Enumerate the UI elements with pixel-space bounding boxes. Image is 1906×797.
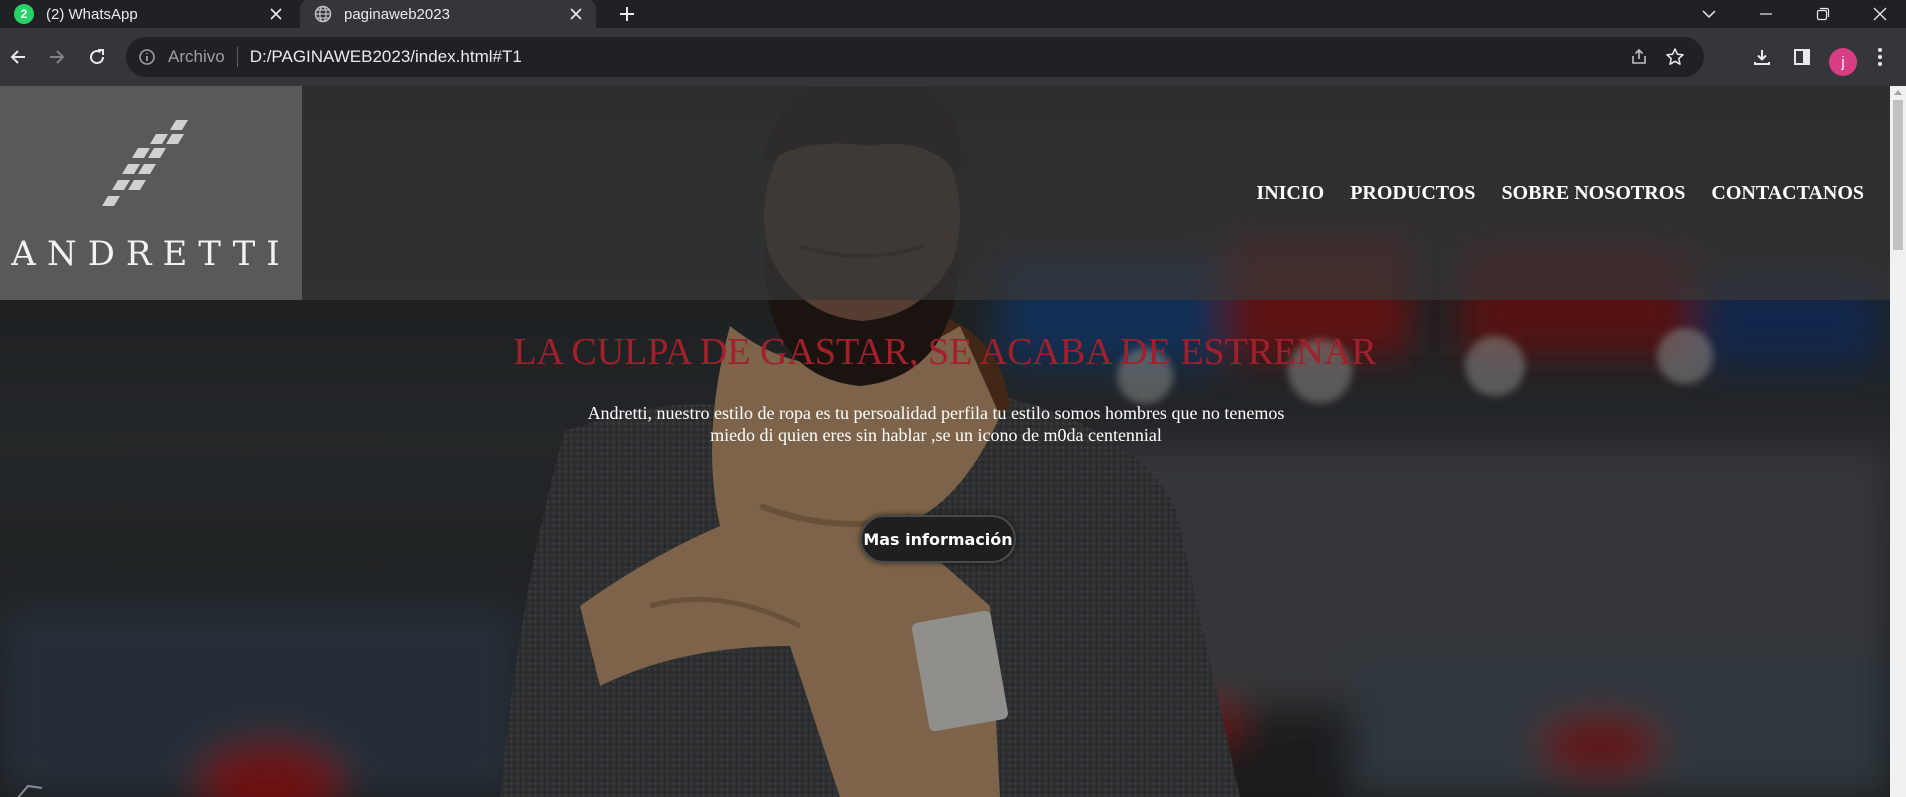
reload-button[interactable] (82, 42, 112, 72)
back-icon (10, 50, 25, 64)
page-viewport: ANDRETTI INICIO PRODUCTOS SOBRE NOSOTROS… (0, 86, 1890, 797)
hero-description-line-1: Andretti, nuestro estilo de ropa es tu p… (587, 403, 1285, 423)
scroll-thumb[interactable] (1893, 100, 1903, 250)
address-bar[interactable]: Archivo D:/PAGINAWEB2023/index.html#T1 (126, 37, 1704, 77)
close-icon (1873, 7, 1887, 21)
downloads-button[interactable] (1747, 42, 1777, 72)
more-info-button[interactable]: Mas información (860, 515, 1016, 563)
scroll-up-arrow[interactable] (1894, 90, 1902, 95)
whatsapp-icon: 2 (14, 4, 34, 24)
side-panel-icon (1794, 49, 1810, 65)
forward-button[interactable] (42, 42, 72, 72)
reload-icon (90, 49, 105, 65)
star-icon (1666, 48, 1684, 65)
corner-arrow-icon (17, 784, 43, 797)
tab-whatsapp[interactable]: 2 (2) WhatsApp (0, 0, 296, 28)
main-nav: INICIO PRODUCTOS SOBRE NOSOTROS CONTACTA… (1256, 182, 1864, 205)
browser-menu-button[interactable] (1865, 42, 1895, 72)
hero-description-line-2: miedo di quien eres sin hablar ,se un ic… (710, 425, 1162, 445)
plus-icon (620, 7, 634, 21)
close-icon[interactable] (566, 4, 586, 24)
new-tab-button[interactable] (614, 1, 640, 27)
download-icon (1754, 50, 1770, 65)
url-text[interactable]: D:/PAGINAWEB2023/index.html#T1 (250, 47, 1624, 67)
profile-avatar[interactable]: j (1829, 48, 1857, 76)
nav-link-inicio[interactable]: INICIO (1256, 182, 1324, 205)
tab-title: (2) WhatsApp (46, 5, 138, 23)
info-icon[interactable] (138, 48, 156, 66)
nav-link-contactanos[interactable]: CONTACTANOS (1711, 182, 1864, 205)
hero-title: LA CULPA DE GASTAR, SE ACABA DE ESTRENAR (513, 331, 1377, 373)
url-divider (236, 47, 238, 67)
forward-icon (50, 50, 65, 64)
close-window-button[interactable] (1857, 0, 1903, 28)
page-scrollbar[interactable] (1890, 86, 1906, 797)
logo-text: ANDRETTI (11, 234, 291, 274)
back-button[interactable] (3, 42, 33, 72)
restore-icon (1816, 7, 1830, 21)
globe-icon (314, 5, 332, 23)
hero-description: Andretti, nuestro estilo de ropa es tu p… (566, 402, 1306, 446)
tab-paginaweb[interactable]: paginaweb2023 (300, 0, 596, 28)
menu-dots-icon (1878, 48, 1882, 66)
bookmark-button[interactable] (1660, 42, 1690, 72)
url-scheme-label: Archivo (168, 47, 225, 66)
chevron-down-icon (1702, 10, 1716, 19)
logo-mark-icon (102, 120, 188, 206)
share-button[interactable] (1624, 42, 1654, 72)
side-panel-button[interactable] (1787, 42, 1817, 72)
browser-toolbar: Archivo D:/PAGINAWEB2023/index.html#T1 j (0, 28, 1906, 86)
nav-link-sobre-nosotros[interactable]: SOBRE NOSOTROS (1501, 182, 1685, 205)
minimize-icon (1760, 13, 1772, 15)
share-icon (1632, 48, 1646, 64)
minimize-button[interactable] (1743, 0, 1789, 28)
site-header: ANDRETTI INICIO PRODUCTOS SOBRE NOSOTROS… (0, 86, 1890, 300)
tab-strip: 2 (2) WhatsApp paginaweb2023 (0, 0, 1906, 28)
tab-title: paginaweb2023 (344, 5, 450, 23)
nav-link-productos[interactable]: PRODUCTOS (1350, 182, 1475, 205)
tab-search-button[interactable] (1686, 0, 1732, 28)
logo[interactable]: ANDRETTI (0, 86, 302, 300)
close-icon[interactable] (266, 4, 286, 24)
restore-button[interactable] (1800, 0, 1846, 28)
